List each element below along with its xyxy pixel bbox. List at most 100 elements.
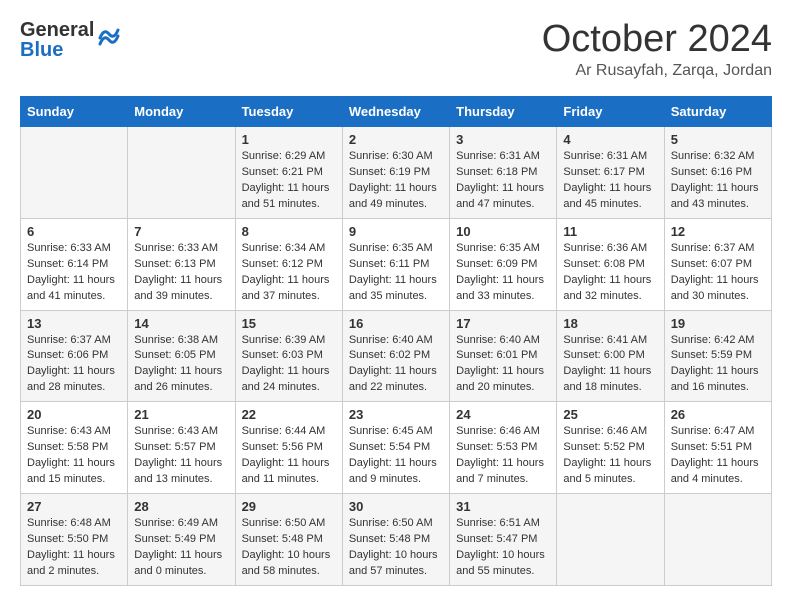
calendar-cell: 18 Sunrise: 6:41 AM Sunset: 6:00 PM Dayli… <box>557 310 664 402</box>
calendar-cell: 16 Sunrise: 6:40 AM Sunset: 6:02 PM Dayli… <box>342 310 449 402</box>
calendar-cell <box>21 127 128 219</box>
day-info: Sunrise: 6:48 AM Sunset: 5:50 PM Dayligh… <box>27 516 121 580</box>
weekday-header: Wednesday <box>342 97 449 127</box>
title-block: October 2024 Ar Rusayfah, Zarqa, Jordan <box>542 20 772 80</box>
calendar-cell: 2Sunrise: 6:30 AM Sunset: 6:19 PM Daylig… <box>342 127 449 219</box>
day-number: 18 <box>563 316 657 331</box>
day-number: 16 <box>349 316 443 331</box>
day-number: 7 <box>134 224 228 239</box>
day-number: 29 <box>242 499 336 514</box>
calendar-cell: 29 Sunrise: 6:50 AM Sunset: 5:48 PM Dayli… <box>235 494 342 586</box>
day-info: Sunrise: 6:46 AM Sunset: 5:53 PM Dayligh… <box>456 424 550 488</box>
calendar-cell: 13 Sunrise: 6:37 AM Sunset: 6:06 PM Dayli… <box>21 310 128 402</box>
day-info: Sunrise: 6:38 AM Sunset: 6:05 PM Dayligh… <box>134 333 228 397</box>
day-number: 27 <box>27 499 121 514</box>
calendar-week-row: 27 Sunrise: 6:48 AM Sunset: 5:50 PM Dayli… <box>21 494 772 586</box>
calendar-week-row: 13 Sunrise: 6:37 AM Sunset: 6:06 PM Dayli… <box>21 310 772 402</box>
day-info: Sunrise: 6:40 AM Sunset: 6:02 PM Dayligh… <box>349 333 443 397</box>
weekday-header: Monday <box>128 97 235 127</box>
location-text: Ar Rusayfah, Zarqa, Jordan <box>542 62 772 80</box>
calendar-cell: 25Sunrise: 6:46 AM Sunset: 5:52 PM Dayli… <box>557 402 664 494</box>
calendar-cell: 27 Sunrise: 6:48 AM Sunset: 5:50 PM Dayli… <box>21 494 128 586</box>
logo-wave-icon <box>98 24 120 52</box>
day-number: 9 <box>349 224 443 239</box>
day-info: Sunrise: 6:51 AM Sunset: 5:47 PM Dayligh… <box>456 516 550 580</box>
logo-general-text: General <box>20 20 94 40</box>
calendar-week-row: 6 Sunrise: 6:33 AM Sunset: 6:14 PM Daylig… <box>21 218 772 310</box>
day-info: Sunrise: 6:40 AM Sunset: 6:01 PM Dayligh… <box>456 333 550 397</box>
day-info: Sunrise: 6:29 AM Sunset: 6:21 PM Dayligh… <box>242 149 336 213</box>
weekday-header: Saturday <box>664 97 771 127</box>
day-info: Sunrise: 6:31 AM Sunset: 6:17 PM Dayligh… <box>563 149 657 213</box>
day-number: 19 <box>671 316 765 331</box>
logo: General Blue <box>20 20 120 60</box>
day-info: Sunrise: 6:42 AM Sunset: 5:59 PM Dayligh… <box>671 333 765 397</box>
day-info: Sunrise: 6:50 AM Sunset: 5:48 PM Dayligh… <box>242 516 336 580</box>
day-number: 13 <box>27 316 121 331</box>
calendar-week-row: 20 Sunrise: 6:43 AM Sunset: 5:58 PM Dayli… <box>21 402 772 494</box>
weekday-header: Sunday <box>21 97 128 127</box>
calendar-cell: 28Sunrise: 6:49 AM Sunset: 5:49 PM Dayli… <box>128 494 235 586</box>
calendar-cell: 3 Sunrise: 6:31 AM Sunset: 6:18 PM Daylig… <box>450 127 557 219</box>
day-number: 23 <box>349 407 443 422</box>
day-info: Sunrise: 6:35 AM Sunset: 6:11 PM Dayligh… <box>349 241 443 305</box>
calendar-week-row: 1Sunrise: 6:29 AM Sunset: 6:21 PM Daylig… <box>21 127 772 219</box>
logo-blue-text: Blue <box>20 40 94 60</box>
day-info: Sunrise: 6:34 AM Sunset: 6:12 PM Dayligh… <box>242 241 336 305</box>
day-number: 21 <box>134 407 228 422</box>
day-info: Sunrise: 6:37 AM Sunset: 6:07 PM Dayligh… <box>671 241 765 305</box>
calendar-cell: 23 Sunrise: 6:45 AM Sunset: 5:54 PM Dayli… <box>342 402 449 494</box>
calendar-cell <box>128 127 235 219</box>
day-number: 14 <box>134 316 228 331</box>
calendar-cell: 6 Sunrise: 6:33 AM Sunset: 6:14 PM Daylig… <box>21 218 128 310</box>
calendar-cell: 26 Sunrise: 6:47 AM Sunset: 5:51 PM Dayli… <box>664 402 771 494</box>
calendar-cell: 1Sunrise: 6:29 AM Sunset: 6:21 PM Daylig… <box>235 127 342 219</box>
day-number: 31 <box>456 499 550 514</box>
day-number: 26 <box>671 407 765 422</box>
calendar-cell: 15Sunrise: 6:39 AM Sunset: 6:03 PM Dayli… <box>235 310 342 402</box>
day-number: 12 <box>671 224 765 239</box>
weekday-header-row: SundayMondayTuesdayWednesdayThursdayFrid… <box>21 97 772 127</box>
day-info: Sunrise: 6:44 AM Sunset: 5:56 PM Dayligh… <box>242 424 336 488</box>
calendar-cell: 8Sunrise: 6:34 AM Sunset: 6:12 PM Daylig… <box>235 218 342 310</box>
day-info: Sunrise: 6:47 AM Sunset: 5:51 PM Dayligh… <box>671 424 765 488</box>
day-info: Sunrise: 6:33 AM Sunset: 6:14 PM Dayligh… <box>27 241 121 305</box>
day-number: 4 <box>563 132 657 147</box>
day-info: Sunrise: 6:45 AM Sunset: 5:54 PM Dayligh… <box>349 424 443 488</box>
day-info: Sunrise: 6:43 AM Sunset: 5:58 PM Dayligh… <box>27 424 121 488</box>
calendar-cell: 22 Sunrise: 6:44 AM Sunset: 5:56 PM Dayli… <box>235 402 342 494</box>
day-number: 6 <box>27 224 121 239</box>
day-number: 5 <box>671 132 765 147</box>
day-info: Sunrise: 6:43 AM Sunset: 5:57 PM Dayligh… <box>134 424 228 488</box>
weekday-header: Thursday <box>450 97 557 127</box>
day-info: Sunrise: 6:33 AM Sunset: 6:13 PM Dayligh… <box>134 241 228 305</box>
calendar-cell: 14 Sunrise: 6:38 AM Sunset: 6:05 PM Dayli… <box>128 310 235 402</box>
day-number: 22 <box>242 407 336 422</box>
weekday-header: Tuesday <box>235 97 342 127</box>
weekday-header: Friday <box>557 97 664 127</box>
calendar-cell <box>557 494 664 586</box>
calendar-cell: 11Sunrise: 6:36 AM Sunset: 6:08 PM Dayli… <box>557 218 664 310</box>
day-number: 24 <box>456 407 550 422</box>
day-info: Sunrise: 6:41 AM Sunset: 6:00 PM Dayligh… <box>563 333 657 397</box>
calendar-cell: 10Sunrise: 6:35 AM Sunset: 6:09 PM Dayli… <box>450 218 557 310</box>
day-number: 2 <box>349 132 443 147</box>
month-title: October 2024 <box>542 20 772 58</box>
calendar-cell: 17Sunrise: 6:40 AM Sunset: 6:01 PM Dayli… <box>450 310 557 402</box>
day-info: Sunrise: 6:32 AM Sunset: 6:16 PM Dayligh… <box>671 149 765 213</box>
calendar-cell: 7 Sunrise: 6:33 AM Sunset: 6:13 PM Daylig… <box>128 218 235 310</box>
day-info: Sunrise: 6:39 AM Sunset: 6:03 PM Dayligh… <box>242 333 336 397</box>
calendar-cell: 12 Sunrise: 6:37 AM Sunset: 6:07 PM Dayli… <box>664 218 771 310</box>
calendar-cell: 21 Sunrise: 6:43 AM Sunset: 5:57 PM Dayli… <box>128 402 235 494</box>
calendar-cell: 19 Sunrise: 6:42 AM Sunset: 5:59 PM Dayli… <box>664 310 771 402</box>
day-number: 20 <box>27 407 121 422</box>
calendar-cell: 31 Sunrise: 6:51 AM Sunset: 5:47 PM Dayli… <box>450 494 557 586</box>
day-number: 30 <box>349 499 443 514</box>
calendar-table: SundayMondayTuesdayWednesdayThursdayFrid… <box>20 96 772 586</box>
calendar-cell: 9 Sunrise: 6:35 AM Sunset: 6:11 PM Daylig… <box>342 218 449 310</box>
day-number: 25 <box>563 407 657 422</box>
day-info: Sunrise: 6:49 AM Sunset: 5:49 PM Dayligh… <box>134 516 228 580</box>
day-info: Sunrise: 6:37 AM Sunset: 6:06 PM Dayligh… <box>27 333 121 397</box>
day-number: 3 <box>456 132 550 147</box>
day-info: Sunrise: 6:31 AM Sunset: 6:18 PM Dayligh… <box>456 149 550 213</box>
